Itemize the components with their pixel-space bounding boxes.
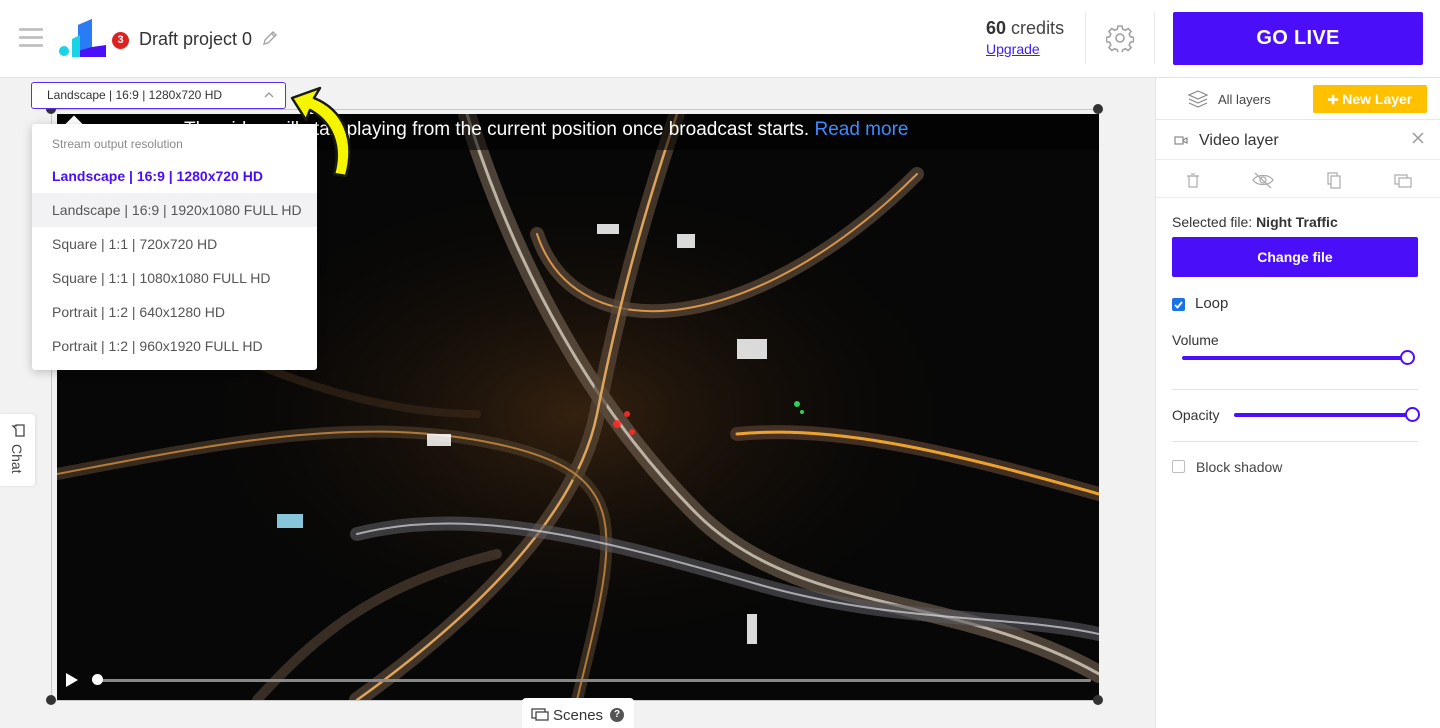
resize-handle[interactable] [46, 695, 56, 705]
resolution-option[interactable]: Portrait | 1:2 | 640x1280 HD [32, 295, 317, 329]
selected-file-name: Night Traffic [1256, 214, 1338, 230]
layer-tools [1156, 162, 1440, 198]
credits-value: 60 [986, 18, 1007, 38]
opacity-slider[interactable] [1234, 413, 1414, 417]
gear-icon[interactable] [1106, 24, 1134, 52]
opacity-slider-knob[interactable] [1405, 407, 1420, 422]
notification-badge[interactable]: 3 [112, 32, 129, 49]
trash-icon[interactable] [1184, 172, 1202, 189]
top-bar: 3 Draft project 0 60 credits Upgrade GO … [0, 0, 1440, 78]
resolution-select-value: Landscape | 16:9 | 1280x720 HD [47, 88, 223, 102]
checkmark-icon [1174, 301, 1183, 309]
layer-header: Video layer [1156, 122, 1440, 160]
chat-tab[interactable]: Chat [0, 414, 35, 486]
chevron-up-icon [264, 92, 274, 98]
project-title: Draft project 0 [139, 29, 253, 49]
plus-square-icon: ➕︎ [1327, 91, 1339, 107]
monitor-icon [531, 708, 549, 721]
resolution-option[interactable]: Square | 1:1 | 1080x1080 FULL HD [32, 261, 317, 295]
volume-label: Volume [1172, 332, 1219, 348]
volume-slider-knob[interactable] [1400, 350, 1415, 365]
resolution-option[interactable]: Landscape | 16:9 | 1920x1080 FULL HD [32, 193, 317, 227]
annotation-arrow-icon [290, 86, 351, 178]
layer-panel: All layers ➕︎ New Layer Video layer Sele… [1155, 78, 1440, 728]
credits-display: 60 credits [986, 18, 1064, 39]
copy-icon[interactable] [1325, 172, 1343, 189]
help-icon[interactable]: ? [610, 708, 624, 722]
resize-handle[interactable] [1093, 695, 1103, 705]
monitor-icon[interactable] [1394, 172, 1412, 189]
resize-handle[interactable] [1093, 104, 1103, 114]
play-icon[interactable] [64, 672, 80, 688]
pencil-icon[interactable] [262, 30, 278, 46]
chat-icon [11, 424, 25, 437]
layer-title: Video layer [1199, 132, 1279, 149]
resolution-dropdown: Stream output resolution Landscape | 16:… [32, 124, 317, 370]
layers-icon[interactable] [1188, 90, 1208, 108]
volume-slider[interactable] [1182, 356, 1408, 360]
divider [1172, 389, 1418, 390]
scenes-tab[interactable]: Scenes ? [522, 698, 634, 728]
eye-off-icon[interactable] [1252, 172, 1274, 189]
selected-file-prefix: Selected file: [1172, 214, 1253, 230]
loop-checkbox[interactable] [1172, 298, 1185, 311]
dropdown-header: Stream output resolution [52, 137, 183, 151]
video-camera-icon [1174, 136, 1188, 145]
loop-label: Loop [1195, 295, 1229, 312]
resolution-select[interactable]: Landscape | 16:9 | 1280x720 HD [31, 82, 286, 109]
read-more-link[interactable]: Read more [814, 119, 908, 140]
block-shadow-checkbox[interactable] [1172, 460, 1185, 473]
upgrade-link[interactable]: Upgrade [986, 41, 1040, 57]
layers-toolbar: All layers ➕︎ New Layer [1156, 78, 1440, 120]
go-live-button[interactable]: GO LIVE [1173, 12, 1423, 65]
selected-file: Selected file: Night Traffic [1172, 214, 1338, 230]
close-icon[interactable] [1411, 131, 1425, 145]
progress-knob[interactable] [92, 674, 103, 685]
hamburger-icon[interactable] [19, 28, 43, 48]
scenes-label: Scenes [553, 707, 604, 724]
opacity-label: Opacity [1172, 407, 1220, 423]
new-layer-button[interactable]: ➕︎ New Layer [1313, 85, 1427, 113]
resolution-option[interactable]: Square | 1:1 | 720x720 HD [32, 227, 317, 261]
block-shadow-label: Block shadow [1196, 459, 1283, 475]
app-logo[interactable] [58, 17, 108, 59]
new-layer-label: New Layer [1342, 91, 1413, 107]
video-progress-bar[interactable] [92, 679, 1091, 682]
resolution-option[interactable]: Portrait | 1:2 | 960x1920 FULL HD [32, 329, 317, 363]
all-layers-button[interactable]: All layers [1218, 92, 1271, 107]
divider [1154, 12, 1155, 64]
credits-label: credits [1011, 18, 1065, 38]
divider [1085, 12, 1086, 64]
resolution-option[interactable]: Landscape | 16:9 | 1280x720 HD [32, 159, 317, 193]
divider [1172, 441, 1418, 442]
change-file-button[interactable]: Change file [1172, 237, 1418, 277]
chat-label: Chat [9, 444, 25, 474]
selection-frame [51, 109, 1099, 110]
